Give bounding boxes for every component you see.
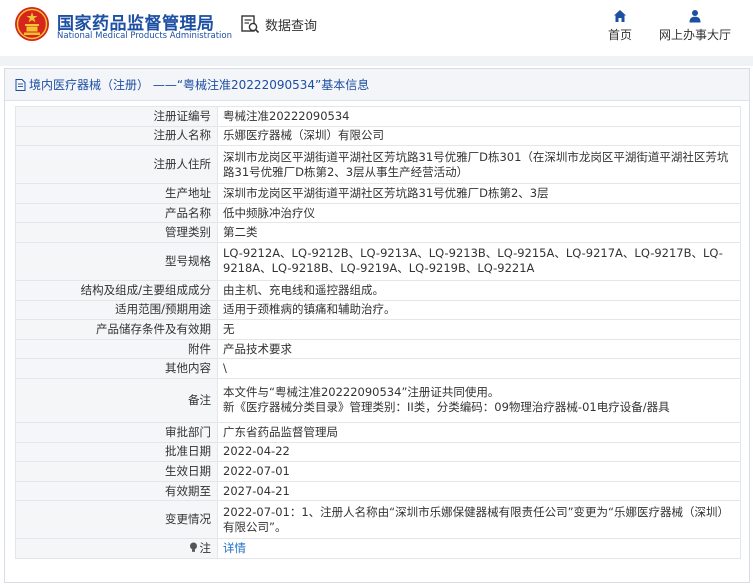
row-label: 注	[15, 538, 218, 559]
row-label: 产品名称	[15, 202, 218, 224]
row-value: 2022-07-01	[217, 461, 741, 482]
row-label: 有效期至	[15, 480, 218, 502]
panel-title-bar: 境内医疗器械（注册） ——“粤械注准20222090534”基本信息	[5, 69, 749, 101]
table-row: 注 详情	[15, 538, 741, 559]
row-label: 附件	[15, 338, 218, 360]
row-label: 批准日期	[15, 441, 218, 463]
table-row: 产品储存条件及有效期 无	[15, 319, 741, 340]
row-value: LQ-9212A、LQ-9212B、LQ-9213A、LQ-9213B、LQ-9…	[217, 241, 741, 281]
table-row: 结构及组成/主要组成成分 由主机、充电线和遥控器组成。	[15, 279, 741, 301]
table-row: 有效期至 2027-04-21	[15, 480, 741, 502]
table-row: 注册证编号 粤械注准20222090534	[15, 106, 741, 127]
row-label: 备注	[15, 377, 218, 423]
row-value: 详情	[217, 538, 741, 559]
table-row: 备注 本文件与“粤械注准20222090534”注册证共同使用。 新《医疗器械分…	[15, 377, 741, 423]
table-row: 注册人名称 乐娜医疗器械（深圳）有限公司	[15, 125, 741, 147]
nav-home-label: 首页	[607, 28, 632, 42]
row-label: 注册人住所	[15, 145, 218, 185]
data-query-link[interactable]: 数据查询	[240, 12, 317, 36]
bulb-icon	[189, 542, 197, 552]
table-row: 管理类别 第二类	[15, 222, 741, 243]
site-header: 国家药品监督管理局 National Medical Products Admi…	[0, 0, 753, 56]
document-icon	[15, 78, 26, 91]
row-value: 适用于颈椎病的镇痛和辅助治疗。	[217, 299, 741, 321]
table-row: 型号规格 LQ-9212A、LQ-9212B、LQ-9213A、LQ-9213B…	[15, 241, 741, 281]
nav-online-hall-label: 网上办事大厅	[658, 28, 731, 42]
panel-title: 境内医疗器械（注册） ——“粤械注准20222090534”基本信息	[29, 78, 370, 92]
table-row: 批准日期 2022-04-22	[15, 441, 741, 463]
table-row: 附件 产品技术要求	[15, 338, 741, 360]
row-label: 型号规格	[15, 241, 218, 281]
registration-info-table: 注册证编号 粤械注准20222090534 注册人名称 乐娜医疗器械（深圳）有限…	[15, 106, 741, 559]
row-label: 注册人名称	[15, 125, 218, 147]
row-label: 管理类别	[15, 222, 218, 243]
detail-panel: 境内医疗器械（注册） ——“粤械注准20222090534”基本信息 注册证编号…	[4, 68, 750, 583]
brand-name-en: National Medical Products Administration	[57, 31, 232, 41]
row-label: 产品储存条件及有效期	[15, 319, 218, 340]
table-row: 审批部门 广东省药品监督管理局	[15, 421, 741, 443]
data-query-label: 数据查询	[265, 18, 318, 34]
table-row: 生产地址 深圳市龙岗区平湖街道平湖社区芳坑路31号优雅厂D栋第2、3层	[15, 183, 741, 204]
row-label: 生产地址	[15, 183, 218, 204]
row-value: 乐娜医疗器械（深圳）有限公司	[217, 125, 741, 147]
remark-line-2: 新《医疗器械分类目录》管理类别：II类，分类编码：09物理治疗器械-01电疗设备…	[223, 400, 670, 415]
note-label: 注	[199, 541, 212, 556]
emblem-logo[interactable]	[14, 6, 50, 42]
row-value: 深圳市龙岗区平湖街道平湖社区芳坑路31号优雅厂D栋第2、3层	[217, 183, 741, 204]
row-value: 2022-04-22	[217, 441, 741, 463]
row-label: 其他内容	[15, 358, 218, 379]
row-label: 注册证编号	[15, 106, 218, 127]
row-value: 第二类	[217, 222, 741, 243]
header-divider-band	[0, 56, 753, 66]
table-row: 适用范围/预期用途 适用于颈椎病的镇痛和辅助治疗。	[15, 299, 741, 321]
remark-line-1: 本文件与“粤械注准20222090534”注册证共同使用。	[223, 385, 500, 400]
row-label: 适用范围/预期用途	[15, 299, 218, 321]
nav-online-hall-button[interactable]: 网上办事大厅	[655, 9, 735, 43]
row-value: 2022-07-01：1、注册人名称由“深圳市乐娜保健器械有限责任公司”变更为“…	[217, 500, 741, 540]
table-row: 生效日期 2022-07-01	[15, 461, 741, 482]
data-query-icon	[241, 15, 260, 34]
row-value: 由主机、充电线和遥控器组成。	[217, 279, 741, 301]
row-value: 无	[217, 319, 741, 340]
details-link[interactable]: 详情	[223, 541, 246, 555]
row-label: 审批部门	[15, 421, 218, 443]
row-value: \	[217, 358, 741, 379]
row-label: 结构及组成/主要组成成分	[15, 279, 218, 301]
row-label: 变更情况	[15, 500, 218, 540]
row-value: 产品技术要求	[217, 338, 741, 360]
row-value: 广东省药品监督管理局	[217, 421, 741, 443]
nav-home-button[interactable]: 首页	[580, 9, 660, 43]
row-value: 2027-04-21	[217, 480, 741, 502]
user-icon	[689, 10, 701, 23]
table-row: 变更情况 2022-07-01：1、注册人名称由“深圳市乐娜保健器械有限责任公司…	[15, 500, 741, 540]
row-label: 生效日期	[15, 461, 218, 482]
row-value: 低中频脉冲治疗仪	[217, 202, 741, 224]
row-value: 深圳市龙岗区平湖街道平湖社区芳坑路31号优雅厂D栋301（在深圳市龙岗区平湖街道…	[217, 145, 741, 185]
row-value: 本文件与“粤械注准20222090534”注册证共同使用。 新《医疗器械分类目录…	[217, 377, 741, 423]
table-row: 注册人住所 深圳市龙岗区平湖街道平湖社区芳坑路31号优雅厂D栋301（在深圳市龙…	[15, 145, 741, 185]
table-row: 产品名称 低中频脉冲治疗仪	[15, 202, 741, 224]
row-value: 粤械注准20222090534	[217, 106, 741, 127]
table-row: 其他内容 \	[15, 358, 741, 379]
home-icon	[614, 10, 626, 22]
